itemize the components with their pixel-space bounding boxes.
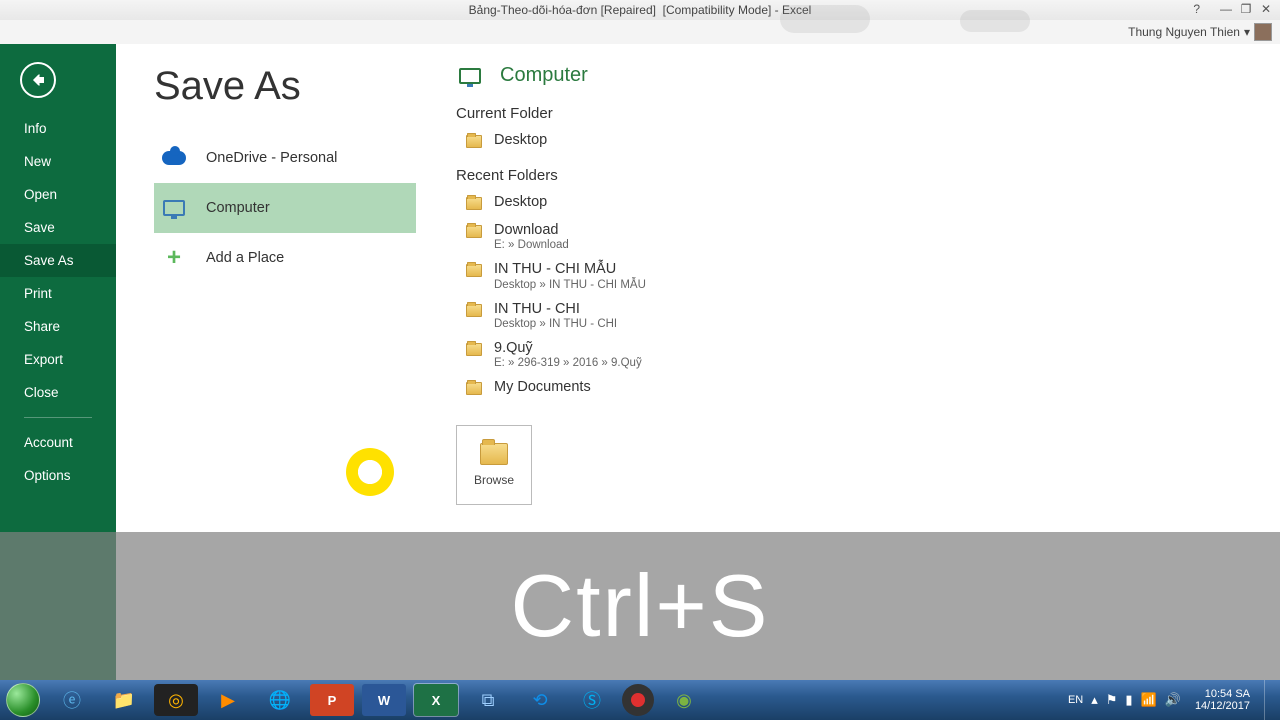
folder-name: 9.Quỹ xyxy=(494,340,642,357)
sidebar-item-save-as[interactable]: Save As xyxy=(0,244,116,277)
taskbar-mediaplayer[interactable]: ▶ xyxy=(206,684,250,716)
taskbar-coccoc[interactable]: ◉ xyxy=(662,684,706,716)
recent-folder[interactable]: IN THU - CHIDesktop » IN THU - CHI xyxy=(456,297,1280,336)
folder-open-icon xyxy=(480,443,508,465)
tray-chevron-up-icon[interactable]: ▴ xyxy=(1091,692,1098,708)
recent-folders-header: Recent Folders xyxy=(456,167,1280,184)
restore-button[interactable]: ❐ xyxy=(1236,2,1256,16)
shortcut-text: Ctrl+S xyxy=(511,555,770,657)
sidebar-item-save[interactable]: Save xyxy=(0,211,116,244)
taskbar-word[interactable]: W xyxy=(362,684,406,716)
location-title: Computer xyxy=(500,64,588,87)
folder-path: E: » 296-319 » 2016 » 9.Quỹ xyxy=(494,357,642,369)
titlebar: Bảng-Theo-dõi-hóa-đơn [Repaired] [Compat… xyxy=(0,0,1280,20)
place-computer[interactable]: Computer xyxy=(154,183,416,233)
sidebar-item-close[interactable]: Close xyxy=(0,376,116,409)
tray-network-icon[interactable]: 📶 xyxy=(1141,692,1157,708)
start-button[interactable] xyxy=(0,680,46,720)
sidebar-item-export[interactable]: Export xyxy=(0,343,116,376)
tray-battery-icon[interactable]: ▮ xyxy=(1125,692,1132,708)
taskbar-app[interactable]: ◎ xyxy=(154,684,198,716)
keyboard-shortcut-overlay: Ctrl+S xyxy=(0,532,1280,680)
sidebar-item-info[interactable]: Info xyxy=(0,112,116,145)
taskbar-explorer[interactable]: 📁 xyxy=(102,684,146,716)
page-title: Save As xyxy=(154,64,416,109)
sidebar-item-account[interactable]: Account xyxy=(0,426,116,459)
taskbar-chrome[interactable]: 🌐 xyxy=(258,684,302,716)
computer-icon xyxy=(160,197,188,219)
tray-volume-icon[interactable]: 🔊 xyxy=(1165,692,1181,708)
browse-button[interactable]: Browse xyxy=(456,425,532,505)
folder-name: IN THU - CHI MẪU xyxy=(494,261,646,278)
place-onedrive[interactable]: OneDrive - Personal xyxy=(154,133,416,183)
taskbar-excel[interactable]: X xyxy=(414,684,458,716)
folder-path: Desktop » IN THU - CHI xyxy=(494,318,617,330)
window-title: Bảng-Theo-dõi-hóa-đơn [Repaired] [Compat… xyxy=(469,3,812,17)
taskbar-recorder[interactable] xyxy=(622,684,654,716)
minimize-button[interactable]: — xyxy=(1216,2,1236,16)
user-avatar[interactable] xyxy=(1254,23,1272,41)
recent-folder[interactable]: IN THU - CHI MẪUDesktop » IN THU - CHI M… xyxy=(456,257,1280,296)
folder-icon xyxy=(466,225,482,238)
arrow-left-icon xyxy=(29,71,47,89)
location-header: Computer xyxy=(456,64,1280,87)
folder-name: Download xyxy=(494,222,569,239)
place-add[interactable]: + Add a Place xyxy=(154,233,416,283)
place-computer-label: Computer xyxy=(206,200,270,216)
place-onedrive-label: OneDrive - Personal xyxy=(206,150,337,166)
user-bar: Thung Nguyen Thien ▾ xyxy=(0,20,1280,44)
taskbar-skype[interactable]: Ⓢ xyxy=(570,684,614,716)
tray-clock[interactable]: 10:54 SA 14/12/2017 xyxy=(1195,688,1250,712)
folder-icon xyxy=(466,382,482,395)
current-folder-header: Current Folder xyxy=(456,105,1280,122)
onedrive-icon xyxy=(160,147,188,169)
user-name[interactable]: Thung Nguyen Thien xyxy=(1128,25,1240,39)
tray-time: 10:54 SA xyxy=(1205,688,1250,700)
recent-folder[interactable]: My Documents xyxy=(456,375,1280,402)
folder-name: IN THU - CHI xyxy=(494,301,617,318)
sidebar-separator xyxy=(24,417,92,418)
cursor-highlight-ring xyxy=(346,448,394,496)
system-tray: EN ▴ ⚑ ▮ 📶 🔊 10:54 SA 14/12/2017 xyxy=(1068,680,1280,720)
back-button[interactable] xyxy=(20,62,56,98)
decorative-clouds xyxy=(780,0,1080,40)
tray-flag-icon[interactable]: ⚑ xyxy=(1106,692,1118,708)
folder-icon xyxy=(466,264,482,277)
taskbar-app2[interactable]: ⧉ xyxy=(466,684,510,716)
sidebar-item-new[interactable]: New xyxy=(0,145,116,178)
user-dropdown-icon[interactable]: ▾ xyxy=(1244,25,1250,39)
taskbar: ⓔ 📁 ◎ ▶ 🌐 P W X ⧉ ⟲ Ⓢ ◉ EN ▴ ⚑ ▮ 📶 🔊 10:… xyxy=(0,680,1280,720)
recent-folder[interactable]: 9.QuỹE: » 296-319 » 2016 » 9.Quỹ xyxy=(456,336,1280,375)
sidebar-item-open[interactable]: Open xyxy=(0,178,116,211)
folder-icon xyxy=(466,343,482,356)
close-button[interactable]: ✕ xyxy=(1256,2,1276,16)
folder-name: Desktop xyxy=(494,194,547,211)
folder-path: E: » Download xyxy=(494,239,569,251)
sidebar-item-options[interactable]: Options xyxy=(0,459,116,492)
taskbar-teamviewer[interactable]: ⟲ xyxy=(518,684,562,716)
tray-language[interactable]: EN xyxy=(1068,694,1083,706)
browse-label: Browse xyxy=(474,473,514,487)
place-add-label: Add a Place xyxy=(206,250,284,266)
folder-name: My Documents xyxy=(494,379,591,396)
recent-folder[interactable]: Desktop xyxy=(456,190,1280,217)
show-desktop-button[interactable] xyxy=(1264,680,1274,720)
folder-name: Desktop xyxy=(494,132,547,149)
recent-folder[interactable]: DownloadE: » Download xyxy=(456,218,1280,257)
current-folder-desktop[interactable]: Desktop xyxy=(456,128,1280,155)
folder-icon xyxy=(466,135,482,148)
computer-icon xyxy=(456,65,484,87)
plus-icon: + xyxy=(160,247,188,269)
taskbar-ie[interactable]: ⓔ xyxy=(50,684,94,716)
sidebar-item-print[interactable]: Print xyxy=(0,277,116,310)
sidebar-item-share[interactable]: Share xyxy=(0,310,116,343)
folder-icon xyxy=(466,197,482,210)
tray-date: 14/12/2017 xyxy=(1195,700,1250,712)
folder-icon xyxy=(466,304,482,317)
folder-path: Desktop » IN THU - CHI MẪU xyxy=(494,279,646,291)
taskbar-powerpoint[interactable]: P xyxy=(310,684,354,716)
help-icon[interactable]: ? xyxy=(1193,2,1200,16)
